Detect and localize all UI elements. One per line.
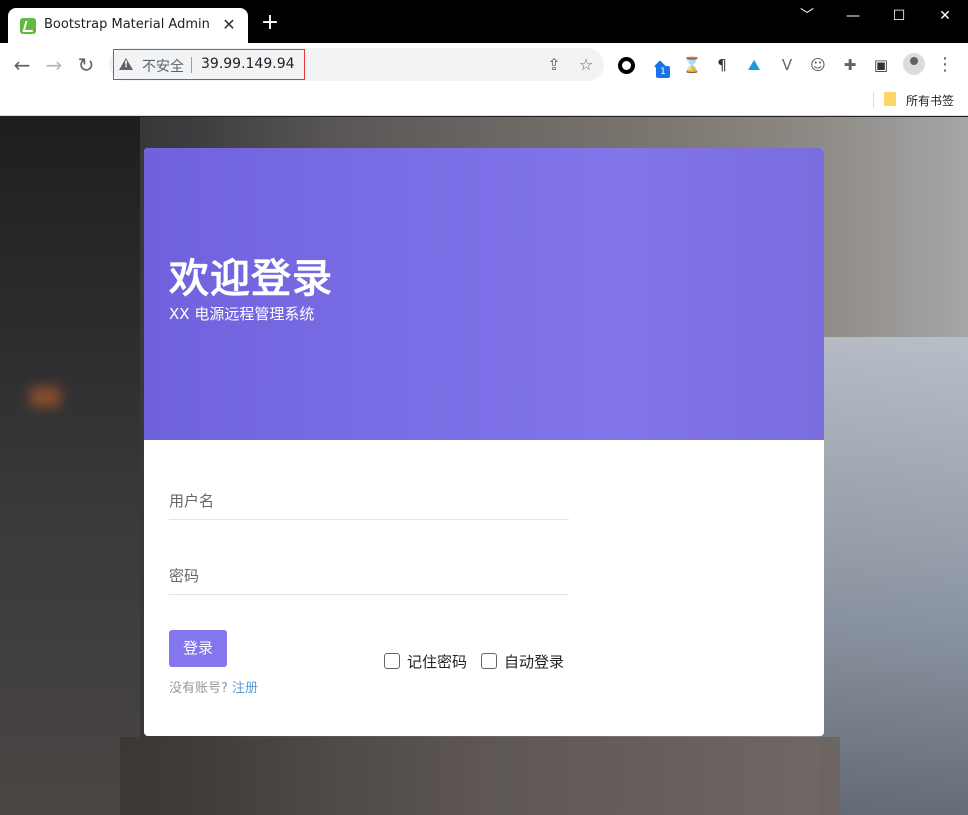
v-extension-icon[interactable]: V	[777, 55, 797, 75]
forward-icon[interactable]: →	[41, 52, 67, 78]
login-header: 欢迎登录 XX 电源远程管理系统	[144, 148, 824, 440]
checkbox-box[interactable]	[481, 653, 497, 669]
circle-extension-icon[interactable]	[618, 57, 635, 74]
close-window-button[interactable]: ✕	[922, 5, 968, 27]
reload-icon[interactable]: ↻	[73, 52, 99, 78]
tab-title: Bootstrap Material Admin	[44, 17, 210, 32]
remember-password-checkbox[interactable]: 记住密码	[384, 651, 467, 672]
bookmarks-divider	[873, 92, 874, 108]
login-button[interactable]: 登录	[169, 630, 227, 667]
ghost-extension-icon[interactable]: ☺	[808, 55, 828, 75]
maximize-window-button[interactable]: ☐	[876, 5, 922, 27]
folder-icon[interactable]	[884, 92, 896, 106]
all-bookmarks-label[interactable]: 所有书签	[906, 92, 954, 109]
auto-login-label[interactable]: 自动登录	[504, 651, 564, 672]
login-subtitle: XX 电源远程管理系统	[169, 305, 315, 323]
background-blur-bottom	[120, 737, 840, 815]
login-card: 欢迎登录 XX 电源远程管理系统 登录 记住密码 自动登录 没有账号? 注册	[144, 148, 824, 736]
password-field	[169, 559, 569, 595]
username-field	[169, 484, 569, 520]
password-input[interactable]	[169, 559, 569, 593]
extension-badge: 1	[656, 66, 670, 78]
register-prompt: 没有账号? 注册	[169, 677, 258, 696]
bookmark-star-icon[interactable]: ☆	[576, 55, 596, 75]
site-favicon-icon	[20, 18, 36, 34]
new-tab-button[interactable]: +	[259, 12, 281, 34]
minimize-window-button[interactable]: —	[830, 5, 876, 27]
auto-login-checkbox[interactable]: 自动登录	[481, 651, 564, 672]
back-icon[interactable]: ←	[9, 52, 35, 78]
login-title: 欢迎登录	[169, 256, 333, 302]
menu-icon[interactable]: ⋮	[935, 55, 955, 75]
tab-strip: Bootstrap Material Admin ✕ + ﹀ — ☐ ✕	[0, 0, 968, 43]
bookmarks-bar: 所有书签	[0, 86, 968, 116]
browser-tab[interactable]: Bootstrap Material Admin ✕	[8, 8, 248, 43]
profile-avatar-icon[interactable]	[903, 53, 925, 75]
background-blur-right	[820, 337, 968, 815]
page-background: 欢迎登录 XX 电源远程管理系统 登录 记住密码 自动登录 没有账号? 注册	[0, 117, 968, 815]
mountain-extension-icon[interactable]: ⛰	[744, 55, 764, 75]
no-account-text: 没有账号?	[169, 681, 228, 696]
pilcrow-extension-icon[interactable]: ¶	[712, 55, 732, 75]
register-link[interactable]: 注册	[232, 681, 258, 696]
background-blur-light	[30, 387, 60, 407]
share-icon[interactable]: ⇪	[544, 55, 564, 75]
checkbox-box[interactable]	[384, 653, 400, 669]
puzzle-icon[interactable]: ✚	[840, 55, 860, 75]
background-blur-left	[0, 117, 140, 815]
side-panel-icon[interactable]: ▣	[871, 55, 891, 75]
remember-password-label[interactable]: 记住密码	[407, 651, 467, 672]
tab-close-icon[interactable]: ✕	[220, 16, 238, 34]
tab-search-icon[interactable]: ﹀	[784, 5, 830, 27]
hourglass-extension-icon[interactable]: ⌛	[682, 55, 702, 75]
username-input[interactable]	[169, 484, 569, 518]
url-highlight-box	[113, 49, 305, 80]
